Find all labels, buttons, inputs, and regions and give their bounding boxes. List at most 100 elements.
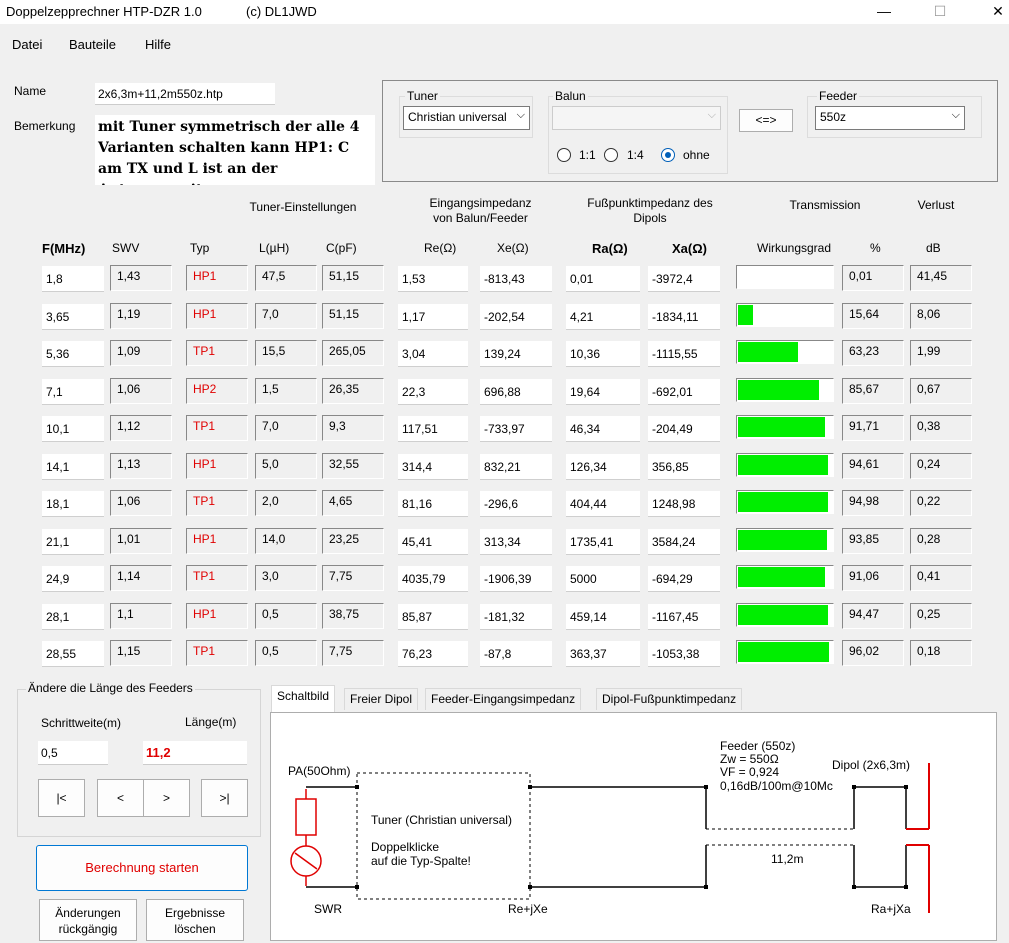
db-cell: 0,18 bbox=[910, 640, 972, 666]
ratio-radio-ohne[interactable] bbox=[661, 148, 675, 162]
step-input[interactable]: 0,5 bbox=[38, 741, 108, 765]
hint-line-2: auf die Typ-Spalte! bbox=[371, 854, 471, 868]
name-input[interactable]: 2x6,3m+11,2m550z.htp bbox=[95, 83, 275, 105]
feeder-label: Feeder bbox=[817, 89, 860, 103]
balun-label: Balun bbox=[553, 89, 588, 103]
clear-results-button[interactable]: Ergebnisse löschen bbox=[146, 899, 244, 941]
col-frequency: F(MHz) bbox=[42, 241, 86, 256]
xa-cell: -1834,11 bbox=[648, 304, 720, 330]
feeder-name-label: Feeder (550z) bbox=[720, 739, 795, 753]
swap-button[interactable]: <=> bbox=[739, 109, 793, 132]
col-efficiency: Wirkungsgrad bbox=[757, 241, 832, 255]
minimize-button[interactable]: — bbox=[862, 0, 906, 22]
col-xe: Xe(Ω) bbox=[497, 241, 529, 255]
ra-cell: 46,34 bbox=[566, 416, 640, 442]
tab-schematic[interactable]: Schaltbild bbox=[271, 685, 336, 712]
type-cell[interactable]: TP1 bbox=[186, 340, 248, 366]
swr-cell: 1,19 bbox=[110, 303, 172, 329]
re-cell: 81,16 bbox=[398, 491, 468, 517]
capacitance-cell: 51,15 bbox=[322, 265, 384, 291]
col-ra: Ra(Ω) bbox=[592, 241, 628, 256]
xa-cell: -1053,38 bbox=[648, 641, 720, 667]
type-cell[interactable]: HP1 bbox=[186, 528, 248, 554]
length-first-button[interactable]: |< bbox=[38, 779, 85, 817]
efficiency-bar-fill bbox=[738, 342, 799, 362]
efficiency-bar-fill bbox=[738, 492, 829, 512]
tuner-select[interactable]: Christian universal ⌵ bbox=[403, 106, 530, 130]
re-cell: 3,04 bbox=[398, 341, 468, 367]
length-increase-button[interactable]: > bbox=[143, 779, 190, 817]
menu-parts[interactable]: Bauteile bbox=[69, 37, 116, 52]
swr-cell: 1,1 bbox=[110, 603, 172, 629]
frequency-cell[interactable]: 5,36 bbox=[42, 341, 104, 367]
frequency-cell[interactable]: 7,1 bbox=[42, 379, 104, 405]
swr-cell: 1,09 bbox=[110, 340, 172, 366]
capacitance-cell: 23,25 bbox=[322, 528, 384, 554]
feeder-impedance-label: Zw = 550Ω bbox=[720, 752, 779, 766]
tab-dipole-feed-impedance[interactable]: Dipol-Fußpunktimpedanz bbox=[596, 688, 743, 710]
ratio-radio-1-1[interactable] bbox=[557, 148, 571, 162]
menu-file[interactable]: Datei bbox=[12, 37, 42, 52]
close-button[interactable]: ✕ bbox=[976, 0, 1009, 22]
efficiency-bar bbox=[736, 528, 834, 552]
inductance-cell: 14,0 bbox=[255, 528, 317, 554]
ra-cell: 0,01 bbox=[566, 266, 640, 292]
balun-select[interactable]: ⌵ bbox=[552, 106, 721, 130]
length-input[interactable]: 11,2 bbox=[143, 741, 247, 765]
db-cell: 1,99 bbox=[910, 340, 972, 366]
efficiency-bar-fill bbox=[738, 530, 828, 550]
swr-cell: 1,06 bbox=[110, 490, 172, 516]
tuner-schematic-label: Tuner (Christian universal) bbox=[371, 813, 512, 827]
efficiency-bar-fill bbox=[738, 380, 820, 400]
frequency-cell[interactable]: 10,1 bbox=[42, 416, 104, 442]
ratio-radio-1-4[interactable] bbox=[604, 148, 618, 162]
frequency-cell[interactable]: 14,1 bbox=[42, 454, 104, 480]
type-cell[interactable]: TP1 bbox=[186, 415, 248, 441]
percent-cell: 15,64 bbox=[842, 303, 904, 329]
frequency-cell[interactable]: 28,55 bbox=[42, 641, 104, 667]
menu-help[interactable]: Hilfe bbox=[145, 37, 171, 52]
calculate-button[interactable]: Berechnung starten bbox=[36, 845, 248, 891]
window-title: Doppelzepprechner HTP-DZR 1.0 bbox=[6, 4, 202, 19]
dashed-lines bbox=[356, 772, 929, 900]
type-cell[interactable]: HP1 bbox=[186, 603, 248, 629]
percent-cell: 94,61 bbox=[842, 453, 904, 479]
length-last-button[interactable]: >| bbox=[201, 779, 248, 817]
feeder-loss-label: 0,16dB/100m@10Mc bbox=[720, 779, 833, 793]
db-cell: 0,24 bbox=[910, 453, 972, 479]
tuner-box bbox=[356, 772, 531, 900]
inductance-cell: 1,5 bbox=[255, 378, 317, 404]
swr-cell: 1,43 bbox=[110, 265, 172, 291]
type-cell[interactable]: HP2 bbox=[186, 378, 248, 404]
ra-cell: 459,14 bbox=[566, 604, 640, 630]
frequency-cell[interactable]: 18,1 bbox=[42, 491, 104, 517]
xa-cell: 356,85 bbox=[648, 454, 720, 480]
remark-textarea[interactable]: mit Tuner symmetrisch der alle 4 Variant… bbox=[95, 115, 375, 185]
frequency-cell[interactable]: 1,8 bbox=[42, 266, 104, 292]
re-cell: 4035,79 bbox=[398, 566, 468, 592]
tab-feeder-input-impedance[interactable]: Feeder-Eingangsimpedanz bbox=[425, 688, 582, 710]
frequency-cell[interactable]: 28,1 bbox=[42, 604, 104, 630]
undo-button[interactable]: Änderungen rückgängig bbox=[39, 899, 137, 941]
transmission-header: Transmission bbox=[789, 198, 861, 212]
type-cell[interactable]: TP1 bbox=[186, 565, 248, 591]
type-cell[interactable]: TP1 bbox=[186, 640, 248, 666]
frequency-cell[interactable]: 21,1 bbox=[42, 529, 104, 555]
maximize-button[interactable]: ☐ bbox=[918, 0, 962, 22]
type-cell[interactable]: HP1 bbox=[186, 265, 248, 291]
type-cell[interactable]: HP1 bbox=[186, 453, 248, 479]
efficiency-bar-fill bbox=[738, 417, 826, 437]
swr-cell: 1,13 bbox=[110, 453, 172, 479]
inductance-cell: 7,0 bbox=[255, 415, 317, 441]
type-cell[interactable]: HP1 bbox=[186, 303, 248, 329]
inductance-cell: 3,0 bbox=[255, 565, 317, 591]
type-cell[interactable]: TP1 bbox=[186, 490, 248, 516]
tab-free-dipole[interactable]: Freier Dipol bbox=[344, 688, 419, 710]
frequency-cell[interactable]: 3,65 bbox=[42, 304, 104, 330]
xe-cell: -87,8 bbox=[480, 641, 552, 667]
feeder-select[interactable]: 550z ⌵ bbox=[815, 106, 965, 130]
frequency-cell[interactable]: 24,9 bbox=[42, 566, 104, 592]
rajxa-label: Ra+jXa bbox=[871, 902, 911, 916]
col-type: Typ bbox=[190, 241, 210, 255]
length-decrease-button[interactable]: < bbox=[97, 779, 144, 817]
